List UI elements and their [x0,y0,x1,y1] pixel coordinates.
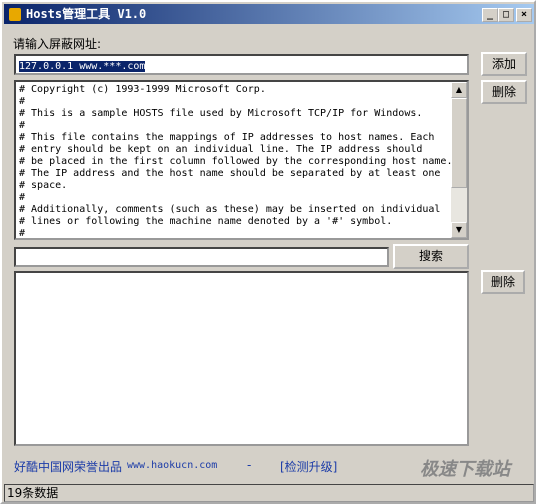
update-link[interactable]: [检测升级] [280,458,337,475]
footer-dash: - [247,458,252,472]
url-input[interactable]: 127.0.0.1 www.***.com [14,54,469,75]
footer-site-link[interactable]: www.haokucn.com [127,460,217,472]
url-input-value: 127.0.0.1 www.***.com [19,61,146,72]
prompt-label: 请输入屏蔽网址: [13,37,102,51]
status-text: 19条数据 [7,486,59,500]
watermark-logo: 极速下载站 [420,459,510,480]
window-title: Hosts管理工具 V1.0 [26,7,147,21]
maximize-button[interactable]: □ [498,8,514,22]
close-button[interactable]: × [516,8,532,22]
hosts-textarea[interactable]: # Copyright (c) 1993-1999 Microsoft Corp… [14,80,469,240]
delete-button[interactable]: 删除 [481,80,527,104]
delete-result-button[interactable]: 删除 [481,270,525,294]
scrollbar[interactable]: ▲ ▼ [451,82,467,238]
results-list[interactable] [14,271,469,446]
window: Hosts管理工具 V1.0 _ □ × 请输入屏蔽网址: 127.0.0.1 … [0,0,536,504]
scroll-up-icon[interactable]: ▲ [451,82,467,98]
scroll-thumb[interactable] [451,98,467,188]
footer-credit: 好酷中国网荣誉出品 [14,460,123,474]
search-input[interactable] [14,247,389,267]
title-bar: Hosts管理工具 V1.0 _ □ × [4,4,534,24]
hosts-content: # Copyright (c) 1993-1999 Microsoft Corp… [19,84,453,239]
status-bar: 19条数据 [4,484,534,502]
minimize-button[interactable]: _ [482,8,498,22]
lock-icon [9,8,21,21]
scroll-down-icon[interactable]: ▼ [451,222,467,238]
search-button[interactable]: 搜索 [393,244,469,269]
add-button[interactable]: 添加 [481,52,527,76]
